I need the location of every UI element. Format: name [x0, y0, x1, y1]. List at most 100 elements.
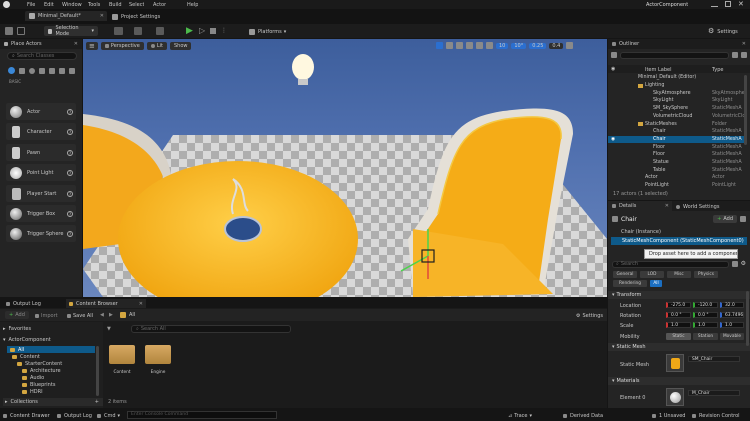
place-item-trigger-sphere[interactable]: Trigger Sphere? — [6, 225, 76, 242]
add-icon[interactable] — [611, 52, 617, 58]
save-all-button[interactable]: Save All — [67, 312, 93, 319]
mobility-station[interactable]: Station — [693, 333, 718, 340]
rotation-snap-value[interactable]: 10° — [511, 42, 527, 49]
menu-build[interactable]: Build — [109, 2, 122, 8]
help-icon[interactable]: ? — [67, 149, 73, 156]
favorites-header[interactable]: ▸ Favorites — [3, 325, 103, 332]
component-row-selected[interactable]: StaticMeshComponent (StaticMeshComponent… — [611, 237, 747, 245]
place-item-player-start[interactable]: Player Start? — [6, 185, 76, 202]
step-icon[interactable]: ▷ — [199, 26, 205, 36]
output-log-button[interactable]: Output Log — [57, 412, 92, 419]
location-y[interactable]: -120.0 — [693, 302, 718, 308]
eye-filter-icon[interactable] — [731, 261, 738, 267]
menu-file[interactable]: File — [27, 2, 35, 8]
search-classes-input[interactable]: ⌕ Search Classes — [7, 52, 77, 60]
settings-button[interactable]: ⚙ Settings — [708, 27, 738, 36]
close-icon[interactable]: ✕ — [738, 0, 744, 8]
scale-y[interactable]: 1.0 — [693, 322, 718, 328]
blueprint-icon[interactable] — [134, 27, 142, 35]
history-forward-icon[interactable]: ▶ — [109, 312, 113, 318]
help-icon[interactable]: ? — [67, 128, 73, 135]
asset-folder-content[interactable]: Content — [108, 342, 136, 378]
console-input[interactable]: Enter Console Command — [127, 411, 277, 419]
tree-item-content[interactable]: Content — [12, 353, 40, 360]
filter-icon[interactable] — [732, 52, 738, 58]
filter-tab-lod[interactable]: LOD — [640, 271, 664, 278]
select-tool-icon[interactable] — [436, 42, 443, 49]
tree-item-blueprints[interactable]: Blueprints — [22, 381, 55, 388]
category-basic-icon[interactable] — [19, 67, 25, 74]
menu-help[interactable]: Help — [187, 2, 198, 8]
material-thumbnail[interactable] — [666, 388, 684, 406]
revision-control-button[interactable]: Revision Control — [692, 412, 740, 419]
tab-close-icon[interactable]: ✕ — [100, 13, 104, 19]
world-local-icon[interactable] — [476, 42, 483, 49]
category-shapes-icon[interactable] — [39, 67, 45, 74]
asset-search-input[interactable]: ⌕ Search All — [131, 325, 291, 333]
sources-scrollbar[interactable] — [96, 346, 99, 396]
derived-data-button[interactable]: Derived Data — [563, 412, 603, 419]
filter-tab-all[interactable]: All — [650, 280, 662, 287]
outliner-search-input[interactable] — [620, 51, 729, 59]
scale-x[interactable]: 1.0 — [666, 322, 691, 328]
outliner-row[interactable]: VolumetricCloud VolumetricClo — [608, 113, 746, 121]
panel-close-icon[interactable]: ✕ — [665, 203, 669, 209]
place-item-pawn[interactable]: Pawn? — [6, 144, 76, 161]
outliner-row-level[interactable]: Minimal_Default (Editor) — [608, 74, 746, 82]
outliner-row[interactable]: Floor StaticMeshA — [608, 151, 746, 159]
stop-icon[interactable] — [210, 28, 216, 34]
asset-folder-engine[interactable]: Engine — [144, 342, 172, 378]
cmd-dropdown[interactable]: Cmd ▾ — [97, 412, 120, 419]
material-picker[interactable]: M_Chair — [688, 390, 740, 396]
outliner-row[interactable]: SkyLight SkyLight — [608, 97, 746, 105]
content-settings-button[interactable]: ⚙ Settings — [576, 312, 603, 319]
help-icon[interactable]: ? — [67, 169, 73, 176]
filter-icon[interactable]: ▼ — [107, 326, 111, 332]
filter-tab-rendering[interactable]: Rendering — [613, 280, 647, 287]
outliner-row[interactable]: PointLight PointLight — [608, 182, 746, 190]
rotation-y[interactable]: 0.0 ° — [693, 312, 718, 318]
menu-select[interactable]: Select — [129, 2, 144, 8]
tab-level[interactable]: Minimal_Default* ✕ — [25, 11, 107, 21]
gear-icon[interactable]: ⚙ — [741, 261, 746, 267]
help-icon[interactable]: ? — [67, 230, 73, 237]
perspective-button[interactable]: Perspective — [100, 41, 144, 50]
materials-section-header[interactable]: ▾ Materials — [608, 377, 750, 385]
collections-header[interactable]: ▸ Collections + — [3, 398, 103, 406]
platforms-button[interactable]: Platforms ▾ — [249, 27, 286, 36]
unsaved-button[interactable]: 1 Unsaved — [652, 412, 685, 419]
outliner-row[interactable]: Floor StaticMeshA — [608, 143, 746, 151]
static-mesh-section-header[interactable]: ▾ Static Mesh — [608, 343, 750, 351]
scale-snap-value[interactable]: 0.25 — [529, 42, 547, 49]
show-button[interactable]: Show — [169, 41, 192, 50]
place-item-trigger-box[interactable]: Trigger Box? — [6, 205, 76, 222]
more-icon[interactable]: ⋮ — [221, 26, 227, 36]
cinematics-icon[interactable] — [156, 27, 164, 35]
camera-speed-value[interactable]: 0.4 — [549, 42, 564, 49]
location-x[interactable]: -275.0 — [666, 302, 691, 308]
import-button[interactable]: Import — [35, 312, 58, 319]
quick-add-icon[interactable] — [114, 27, 123, 35]
tree-item-architecture[interactable]: Architecture — [22, 367, 61, 374]
static-mesh-thumbnail[interactable] — [666, 354, 684, 372]
tree-item-audio[interactable]: Audio — [22, 374, 44, 381]
location-z[interactable]: 32.0 — [720, 302, 744, 308]
blueprint-button-icon[interactable] — [740, 216, 746, 222]
lit-button[interactable]: Lit — [146, 41, 167, 50]
level-viewport[interactable]: ≡ Perspective Lit Show 10 10° 0.25 0.4 — [83, 39, 607, 297]
mobility-movable[interactable]: Movable — [720, 333, 744, 340]
outliner-row[interactable]: Chair StaticMeshA — [608, 128, 746, 136]
plus-icon[interactable]: + — [95, 399, 99, 405]
category-recent-icon[interactable] — [8, 67, 15, 74]
outliner-row[interactable]: Actor Actor — [608, 174, 746, 182]
tree-item-starter-content[interactable]: StarterContent — [17, 360, 62, 367]
minimize-icon[interactable] — [711, 1, 718, 7]
maximize-icon[interactable] — [725, 1, 731, 7]
outliner-tab[interactable]: Outliner ✕ — [608, 39, 750, 49]
tab-output-log[interactable]: Output Log — [3, 299, 63, 308]
eye-icon[interactable]: ◉ — [611, 137, 615, 142]
tab-project-settings[interactable]: Project Settings — [112, 12, 160, 21]
outliner-row[interactable]: Table StaticMeshA — [608, 166, 746, 174]
menu-actor[interactable]: Actor — [153, 2, 166, 8]
panel-close-icon[interactable]: ✕ — [742, 41, 746, 47]
